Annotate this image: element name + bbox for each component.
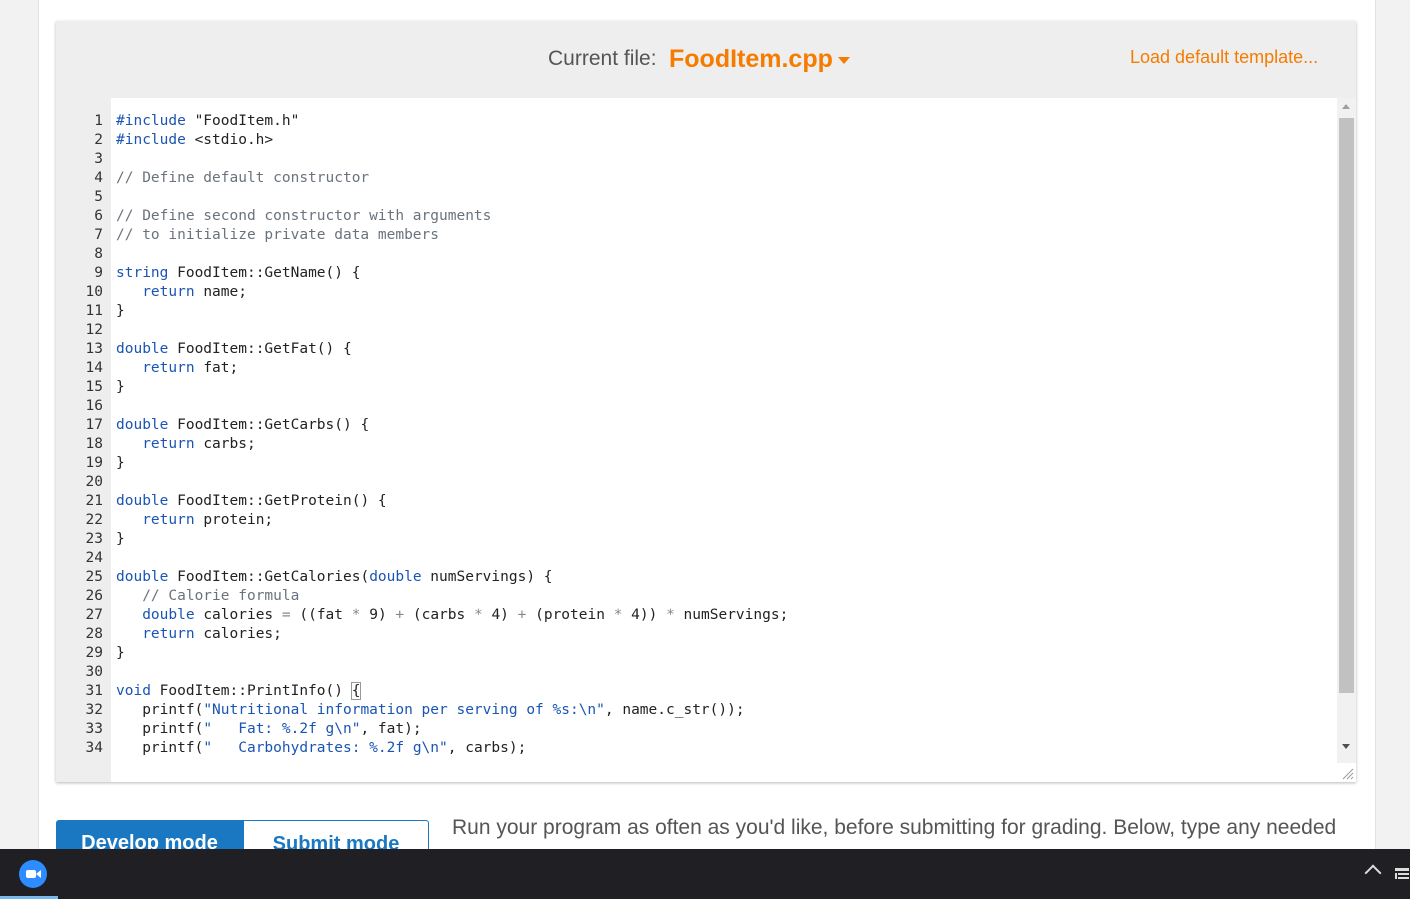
line-number: 23 <box>85 531 103 547</box>
line-numbers: 1 2 3 4 5 6 7 8 9 10 11 12 13 14 15 16 17 18 19 20 21 22 23 24 2… <box>56 112 103 758</box>
line-number: 19 <box>85 455 103 471</box>
code-line[interactable] <box>116 549 1336 568</box>
code-line[interactable] <box>116 663 1336 682</box>
line-number: 13 <box>85 341 103 357</box>
line-number: 33 <box>85 721 103 737</box>
line-number: 29 <box>85 645 103 661</box>
line-number: 11 <box>85 303 103 319</box>
code-line[interactable]: #include <stdio.h> <box>116 131 1336 150</box>
code-line[interactable]: double FoodItem::GetCalories(double numS… <box>116 568 1336 587</box>
line-number: 6 <box>94 208 103 224</box>
code-editor: Current file: FoodItem.cpp Load default … <box>56 21 1356 782</box>
code-line[interactable]: void FoodItem::PrintInfo() { <box>116 682 1336 701</box>
code-line[interactable]: printf(" Carbohydrates: %.2f g\n", carbs… <box>116 739 1336 758</box>
line-number: 4 <box>94 170 103 186</box>
line-number: 26 <box>85 588 103 604</box>
line-number: 1 <box>94 113 103 129</box>
resize-grip-icon[interactable] <box>1337 763 1356 782</box>
instructions-text: Run your program as often as you'd like,… <box>452 816 1337 839</box>
line-number: 2 <box>94 132 103 148</box>
code-line[interactable]: printf(" Fat: %.2f g\n", fat); <box>116 720 1336 739</box>
code-line[interactable]: string FoodItem::GetName() { <box>116 264 1336 283</box>
camera-body-shape <box>26 870 36 878</box>
chevron-down-icon[interactable] <box>838 57 850 64</box>
camera-lens-shape <box>36 870 41 878</box>
line-number: 9 <box>94 265 103 281</box>
line-number-gutter: 1 2 3 4 5 6 7 8 9 10 11 12 13 14 15 16 17 18 19 20 21 22 23 24 2… <box>56 98 111 782</box>
code-line[interactable] <box>116 188 1336 207</box>
code-line[interactable]: // Define second constructor with argume… <box>116 207 1336 226</box>
code-line[interactable]: printf("Nutritional information per serv… <box>116 701 1336 720</box>
code-line[interactable]: } <box>116 378 1336 397</box>
current-file-label: Current file: <box>548 47 657 70</box>
scrollbar-thumb[interactable] <box>1339 118 1354 693</box>
line-number: 20 <box>85 474 103 490</box>
line-number: 12 <box>85 322 103 338</box>
code-line[interactable] <box>116 245 1336 264</box>
load-default-template-link[interactable]: Load default template... <box>1130 47 1318 68</box>
code-line[interactable]: double calories = ((fat * 9) + (carbs * … <box>116 606 1336 625</box>
code-area[interactable]: 1 2 3 4 5 6 7 8 9 10 11 12 13 14 15 16 17 18 19 20 21 22 23 24 2… <box>56 98 1356 782</box>
code-line[interactable]: return protein; <box>116 511 1336 530</box>
line-number: 17 <box>85 417 103 433</box>
line-number: 10 <box>85 284 103 300</box>
code-line[interactable]: } <box>116 644 1336 663</box>
code-line[interactable]: return fat; <box>116 359 1336 378</box>
line-number: 15 <box>85 379 103 395</box>
line-number: 34 <box>85 740 103 756</box>
taskbar-zoom-app[interactable] <box>0 849 58 899</box>
line-number: 18 <box>85 436 103 452</box>
line-number: 28 <box>85 626 103 642</box>
line-number: 24 <box>85 550 103 566</box>
code-line[interactable]: } <box>116 454 1336 473</box>
code-line[interactable]: return calories; <box>116 625 1336 644</box>
code-line[interactable]: double FoodItem::GetProtein() { <box>116 492 1336 511</box>
current-file-select[interactable]: FoodItem.cpp <box>669 45 833 74</box>
code-line[interactable]: // Define default constructor <box>116 169 1336 188</box>
editor-header: Current file: FoodItem.cpp Load default … <box>56 21 1356 98</box>
code-line[interactable] <box>116 473 1336 492</box>
code-line[interactable] <box>116 150 1336 169</box>
line-number: 7 <box>94 227 103 243</box>
code-line[interactable] <box>116 397 1336 416</box>
line-number: 22 <box>85 512 103 528</box>
code-line[interactable]: return name; <box>116 283 1336 302</box>
line-number: 27 <box>85 607 103 623</box>
line-number: 31 <box>85 683 103 699</box>
line-number: 8 <box>94 246 103 262</box>
line-number: 16 <box>85 398 103 414</box>
zoom-icon[interactable] <box>19 860 47 888</box>
code-line[interactable]: } <box>116 302 1336 321</box>
code-text[interactable]: #include "FoodItem.h" #include <stdio.h> … <box>116 112 1336 758</box>
tray-app-icon[interactable] <box>1394 866 1410 882</box>
line-number: 5 <box>94 189 103 205</box>
scroll-down-arrow-icon[interactable] <box>1342 744 1350 749</box>
tray-chevron-up-icon[interactable] <box>1364 864 1382 882</box>
line-number: 30 <box>85 664 103 680</box>
code-line[interactable]: return carbs; <box>116 435 1336 454</box>
code-line[interactable]: } <box>116 530 1336 549</box>
scroll-up-arrow-icon[interactable] <box>1342 104 1350 109</box>
code-line[interactable]: double FoodItem::GetCarbs() { <box>116 416 1336 435</box>
taskbar <box>0 849 1410 899</box>
line-number: 32 <box>85 702 103 718</box>
code-line[interactable]: // to initialize private data members <box>116 226 1336 245</box>
code-line[interactable]: // Calorie formula <box>116 587 1336 606</box>
line-number: 21 <box>85 493 103 509</box>
code-line[interactable]: #include "FoodItem.h" <box>116 112 1336 131</box>
vertical-scrollbar[interactable] <box>1337 98 1356 763</box>
code-line[interactable] <box>116 321 1336 340</box>
line-number: 25 <box>85 569 103 585</box>
code-line[interactable]: double FoodItem::GetFat() { <box>116 340 1336 359</box>
line-number: 3 <box>94 151 103 167</box>
line-number: 14 <box>85 360 103 376</box>
